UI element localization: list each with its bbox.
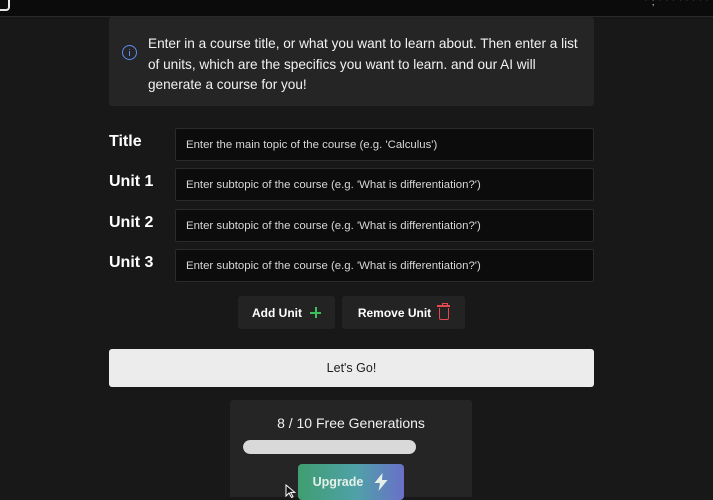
unit-row-1: Unit 1 <box>109 168 594 201</box>
top-navbar: ' ; ' ' ' ' ' ' ' ' <box>0 0 713 17</box>
generations-progress-fill <box>243 440 416 454</box>
title-label: Title <box>109 133 142 150</box>
lets-go-button[interactable]: Let's Go! <box>109 349 594 387</box>
info-text: Enter in a course title, or what you wan… <box>148 36 578 92</box>
upgrade-label: Upgrade <box>312 475 364 489</box>
unit-1-input[interactable] <box>175 168 594 201</box>
unit-3-label: Unit 3 <box>109 254 154 271</box>
unit-row-3: Unit 3 <box>109 249 594 282</box>
generations-progress-bar <box>243 440 459 454</box>
add-unit-label: Add Unit <box>252 305 302 320</box>
trash-icon <box>437 302 451 320</box>
generations-counter: 8 / 10 Free Generations <box>277 415 425 431</box>
info-callout: Enter in a course title, or what you wan… <box>109 17 594 106</box>
unit-1-label: Unit 1 <box>109 173 154 190</box>
title-row: Title <box>109 128 594 161</box>
lightning-bolt-icon <box>374 473 388 491</box>
nav-links-fragment: ' ; ' ' ' ' ' ' ' ' <box>645 0 709 8</box>
plus-icon <box>310 307 321 318</box>
info-icon <box>122 45 137 60</box>
upgrade-button[interactable]: Upgrade <box>298 464 404 500</box>
remove-unit-button[interactable]: Remove Unit <box>342 296 465 329</box>
logo-icon[interactable] <box>0 0 10 11</box>
unit-2-label: Unit 2 <box>109 214 154 231</box>
unit-3-input[interactable] <box>175 249 594 282</box>
free-generations-panel: 8 / 10 Free Generations Upgrade <box>230 400 472 500</box>
unit-row-2: Unit 2 <box>109 209 594 242</box>
title-input[interactable] <box>175 128 594 161</box>
unit-2-input[interactable] <box>175 209 594 242</box>
remove-unit-label: Remove Unit <box>357 305 432 320</box>
mouse-cursor-icon <box>285 484 297 498</box>
add-unit-button[interactable]: Add Unit <box>238 296 335 329</box>
